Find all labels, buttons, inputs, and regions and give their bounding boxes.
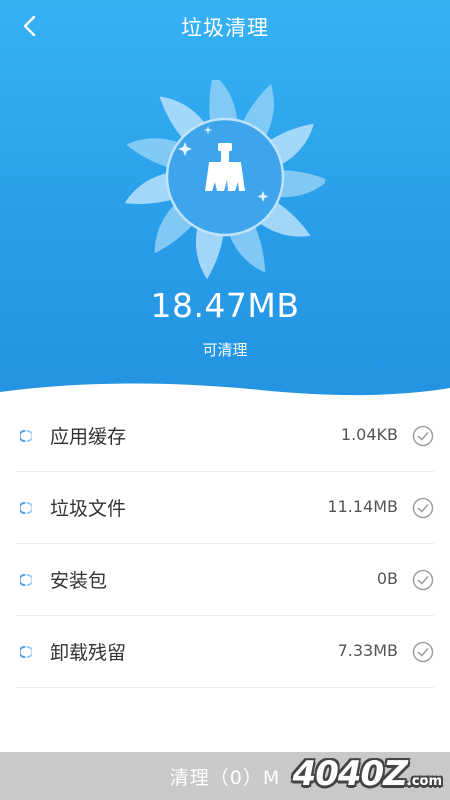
check-circle-icon[interactable] xyxy=(412,497,434,519)
check-circle-icon[interactable] xyxy=(412,569,434,591)
list-item-label: 垃圾文件 xyxy=(50,498,127,520)
cleaner-animation xyxy=(125,80,325,280)
list-item[interactable]: 垃圾文件 11.14MB xyxy=(16,472,434,544)
loading-dot-icon xyxy=(20,502,32,514)
check-circle-icon[interactable] xyxy=(412,425,434,447)
list-item[interactable]: 卸载残留 7.33MB xyxy=(16,616,434,688)
cleanable-size: 18.47MB xyxy=(150,286,300,325)
list-item[interactable]: 安装包 0B xyxy=(16,544,434,616)
page-title: 垃圾清理 xyxy=(181,16,269,40)
wave-divider xyxy=(0,383,450,400)
loading-dot-icon xyxy=(20,574,32,586)
cleanable-caption: 可清理 xyxy=(202,341,248,359)
list-item-label: 安装包 xyxy=(50,570,108,592)
list-item-label: 应用缓存 xyxy=(50,426,127,448)
list-item-label: 卸载残留 xyxy=(50,642,127,664)
loading-dot-icon xyxy=(20,430,32,442)
list-item-size: 7.33MB xyxy=(337,641,398,660)
watermark-logo: 4040Z.com xyxy=(292,754,442,794)
header-banner: 垃圾清理 18.47MB 可清理 xyxy=(0,0,450,400)
loading-dot-icon xyxy=(20,646,32,658)
check-circle-icon[interactable] xyxy=(412,641,434,663)
list-item[interactable]: 应用缓存 1.04KB xyxy=(16,400,434,472)
list-item-size: 0B xyxy=(376,569,398,588)
list-item-size: 1.04KB xyxy=(340,425,398,444)
junk-category-list: 应用缓存 1.04KB 垃圾文件 11.14MB 安装包 0B 卸载残留 7.33MB xyxy=(0,400,450,752)
list-item-size: 11.14MB xyxy=(327,497,398,516)
